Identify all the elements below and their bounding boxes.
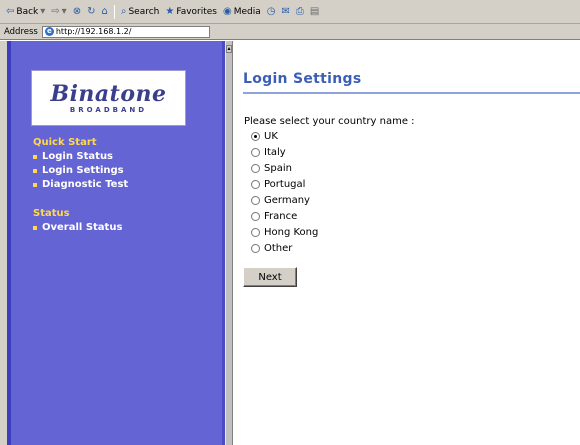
radio-button[interactable] <box>251 211 260 221</box>
country-option-italy[interactable]: Italy <box>251 145 286 159</box>
country-label: Hong Kong <box>264 226 319 238</box>
address-bar: Address e http://192.168.1.2/ <box>0 24 580 40</box>
history-icon[interactable]: ◷ <box>267 6 276 17</box>
window-edge <box>0 41 7 445</box>
scroll-up-icon[interactable]: ▴ <box>226 45 232 53</box>
nav-section-status: Status <box>33 208 70 219</box>
media-icon: ◉ <box>223 6 232 17</box>
country-label: UK <box>264 130 278 142</box>
search-label: Search <box>128 6 160 17</box>
bullet-icon <box>33 168 37 173</box>
media-button[interactable]: ◉ Media <box>223 6 261 17</box>
country-option-germany[interactable]: Germany <box>251 193 310 207</box>
radio-button[interactable] <box>251 243 260 253</box>
forward-button[interactable]: ⇨ ▾ <box>51 6 66 17</box>
frame-divider[interactable] <box>225 41 233 445</box>
favorites-label: Favorites <box>176 6 217 17</box>
radio-button[interactable] <box>251 147 260 157</box>
country-label: Spain <box>264 162 292 174</box>
country-option-uk[interactable]: UK <box>251 129 278 143</box>
radio-button[interactable] <box>251 131 260 141</box>
country-option-other[interactable]: Other <box>251 241 292 255</box>
back-label: Back <box>16 6 39 17</box>
nav-item-overall-status[interactable]: Overall Status <box>33 222 122 233</box>
nav-item-login-status[interactable]: Login Status <box>33 151 113 162</box>
nav-item-label: Overall Status <box>42 222 123 233</box>
nav-item-label: Login Status <box>42 151 114 162</box>
bullet-icon <box>33 154 37 159</box>
main-content: Login Settings Please select your countr… <box>243 41 580 445</box>
next-button[interactable]: Next <box>243 267 297 287</box>
refresh-icon[interactable]: ↻ <box>87 6 95 17</box>
country-option-hong-kong[interactable]: Hong Kong <box>251 225 318 239</box>
forward-arrow-icon: ⇨ <box>51 6 60 17</box>
brand-logo: Binatone BROADBAND <box>31 70 186 126</box>
home-icon[interactable]: ⌂ <box>101 6 107 17</box>
page-title: Login Settings <box>243 71 362 87</box>
bullet-icon <box>33 182 37 187</box>
nav-item-label: Diagnostic Test <box>42 179 129 190</box>
page-icon: e <box>44 27 54 36</box>
nav-item-login-settings[interactable]: Login Settings <box>33 165 124 176</box>
title-divider <box>243 92 580 94</box>
mail-icon[interactable]: ✉ <box>282 6 290 17</box>
browser-toolbar: ⇦ Back ▾ ⇨ ▾ ⊗ ↻ ⌂ ⌕ Search ★ Favorites … <box>0 0 580 24</box>
chevron-down-icon: ▾ <box>40 6 46 17</box>
radio-button[interactable] <box>251 195 260 205</box>
address-url: http://192.168.1.2/ <box>55 27 132 36</box>
country-label: Italy <box>264 146 286 158</box>
country-label: France <box>264 210 298 222</box>
country-option-france[interactable]: France <box>251 209 297 223</box>
toolbar-divider <box>113 4 115 19</box>
radio-button[interactable] <box>251 163 260 173</box>
search-button[interactable]: ⌕ Search <box>121 6 160 17</box>
favorites-icon: ★ <box>165 6 175 17</box>
search-icon: ⌕ <box>120 6 127 17</box>
nav-item-label: Login Settings <box>42 165 124 176</box>
bullet-icon <box>33 225 37 230</box>
stop-icon[interactable]: ⊗ <box>73 6 81 17</box>
country-label: Germany <box>264 194 310 206</box>
nav-item-diagnostic-test[interactable]: Diagnostic Test <box>33 179 128 190</box>
country-option-portugal[interactable]: Portugal <box>251 177 305 191</box>
country-prompt: Please select your country name : <box>244 116 415 127</box>
radio-button[interactable] <box>251 227 260 237</box>
print-icon[interactable]: ⎙ <box>296 6 304 17</box>
media-label: Media <box>233 6 261 17</box>
radio-button[interactable] <box>251 179 260 189</box>
logo-name: Binatone <box>50 80 167 107</box>
address-label: Address <box>4 26 38 37</box>
back-button[interactable]: ⇦ Back ▾ <box>6 6 45 17</box>
address-input[interactable]: e http://192.168.1.2/ <box>41 25 210 38</box>
logo-tagline: BROADBAND <box>69 105 148 114</box>
back-arrow-icon: ⇦ <box>6 6 15 17</box>
favorites-button[interactable]: ★ Favorites <box>165 6 217 17</box>
country-option-spain[interactable]: Spain <box>251 161 292 175</box>
country-label: Portugal <box>264 178 306 190</box>
nav-section-quick-start: Quick Start <box>33 137 97 148</box>
country-label: Other <box>264 242 293 254</box>
chevron-down-icon: ▾ <box>61 6 67 17</box>
edit-icon[interactable]: ▤ <box>310 6 319 17</box>
